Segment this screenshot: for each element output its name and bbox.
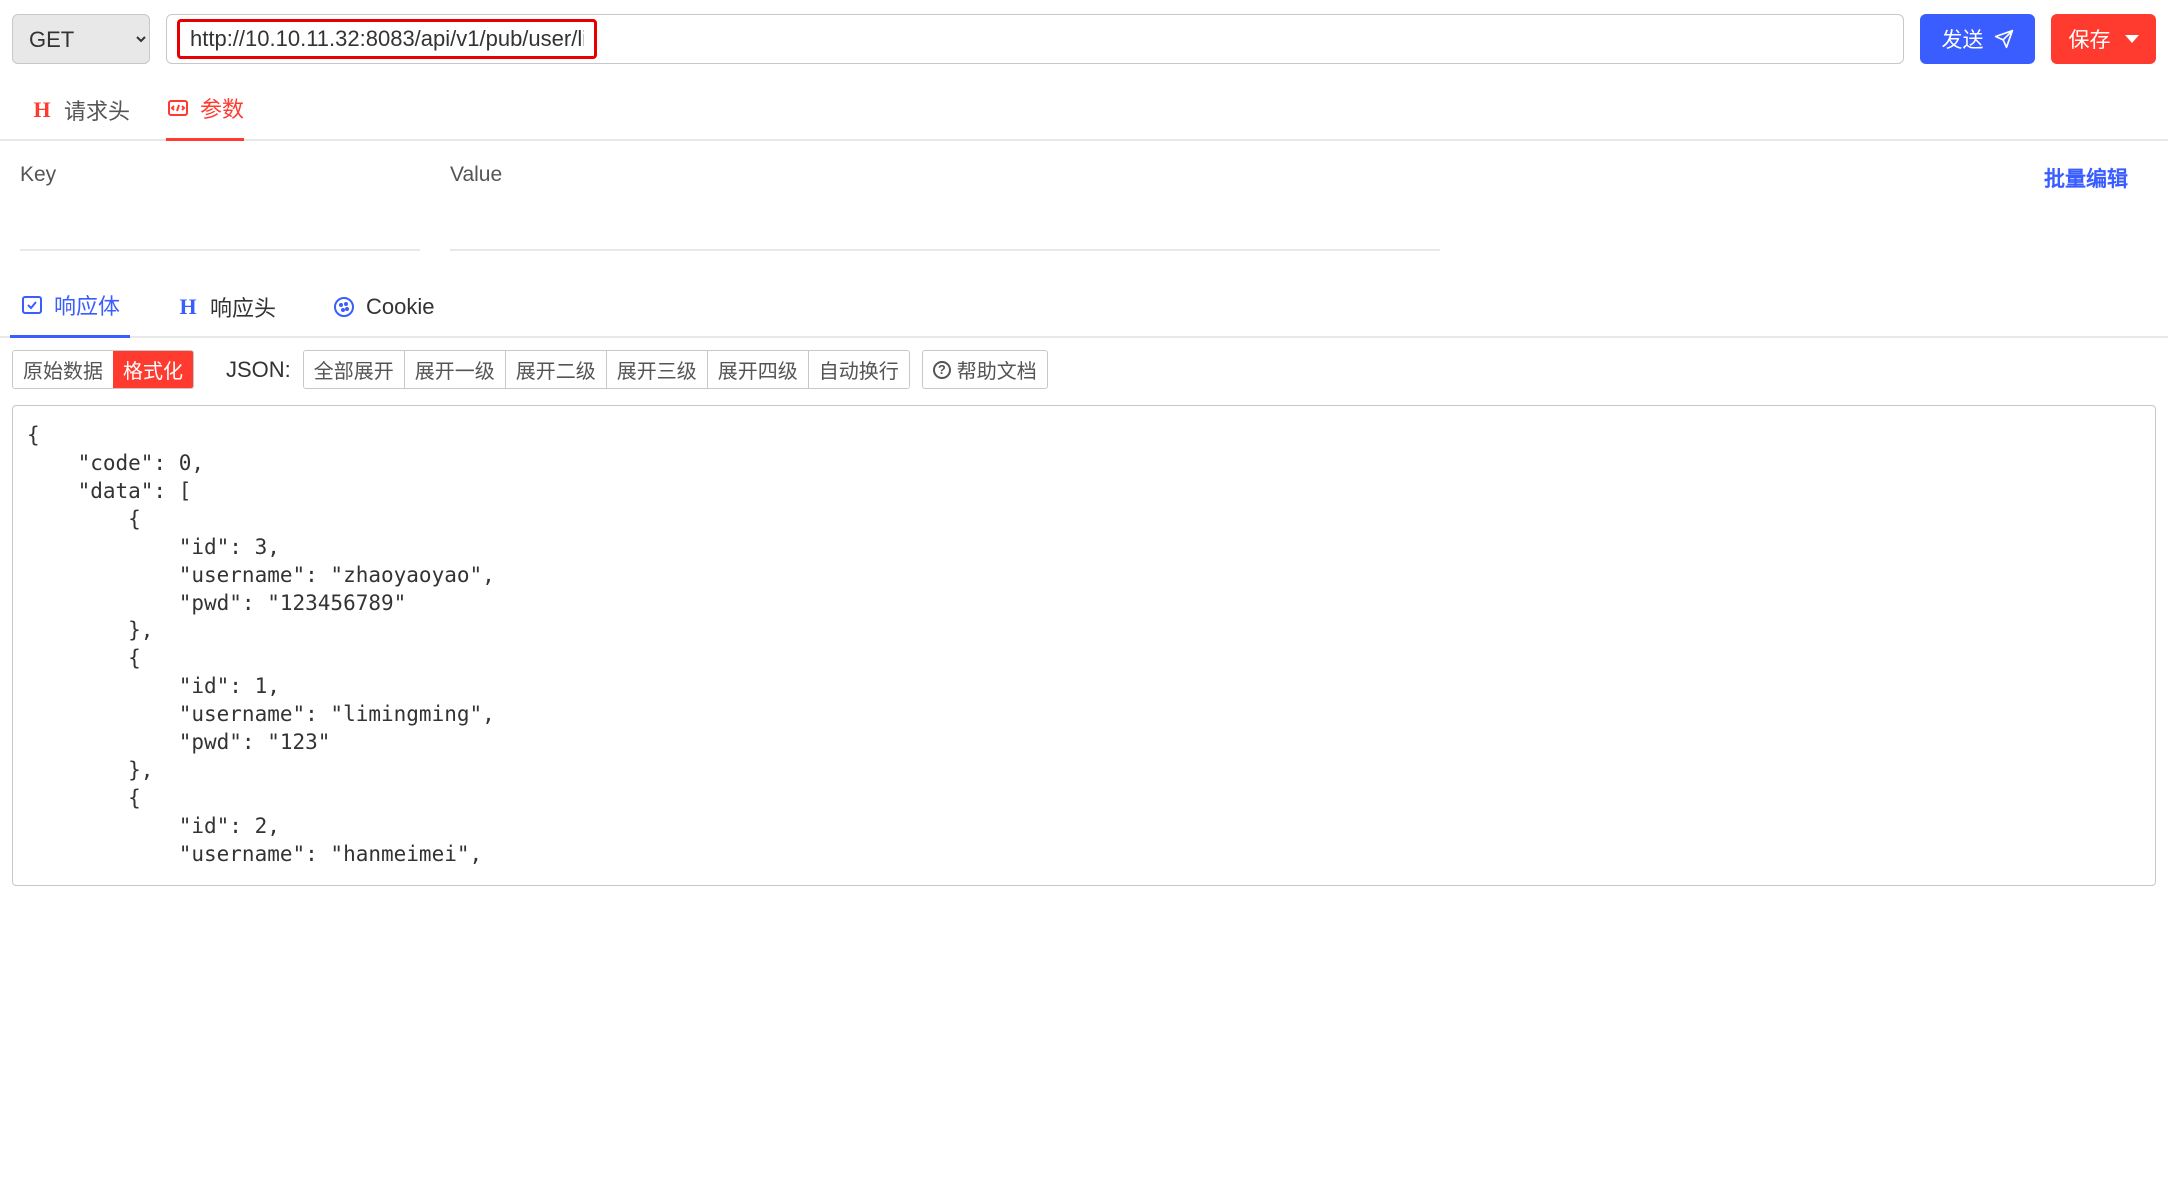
expand-level4-button[interactable]: 展开四级 [708, 351, 809, 388]
tab-response-headers-label: 响应头 [210, 291, 276, 323]
params-key-input[interactable] [20, 221, 420, 251]
request-bar: GET 发送 保存 [0, 0, 2168, 78]
batch-edit-link[interactable]: 批量编辑 [2044, 163, 2128, 193]
view-toggle: 原始数据 格式化 [12, 350, 194, 389]
tab-response-headers[interactable]: H 响应头 [166, 289, 286, 338]
response-body-icon [20, 293, 44, 317]
params-key-header: Key [20, 163, 450, 193]
tab-response-cookie-label: Cookie [366, 294, 434, 320]
url-field-wrap[interactable] [166, 14, 1904, 64]
send-button[interactable]: 发送 [1920, 14, 2035, 64]
url-highlight-box [177, 19, 597, 59]
expand-level3-button[interactable]: 展开三级 [607, 351, 708, 388]
response-body-text[interactable]: { "code": 0, "data": [ { "id": 3, "usern… [12, 405, 2156, 886]
help-icon: ? [933, 361, 951, 379]
expand-level1-button[interactable]: 展开一级 [405, 351, 506, 388]
help-button[interactable]: ? 帮助文档 [922, 350, 1048, 389]
tab-request-headers-label: 请求头 [64, 94, 130, 126]
save-label: 保存 [2069, 24, 2111, 54]
params-input-row [0, 215, 2168, 263]
headers-icon: H [30, 98, 54, 122]
expand-all-button[interactable]: 全部展开 [304, 351, 405, 388]
tab-response-body-label: 响应体 [54, 289, 120, 321]
expand-group: 全部展开 展开一级 展开二级 展开三级 展开四级 自动换行 [303, 350, 910, 389]
tab-request-params-label: 参数 [200, 92, 244, 124]
request-tabs: H 请求头 参数 [0, 78, 2168, 141]
chevron-down-icon [2125, 35, 2139, 43]
url-input[interactable] [190, 26, 584, 52]
tab-response-cookie[interactable]: Cookie [322, 289, 444, 338]
send-label: 发送 [1942, 24, 1984, 54]
params-value-input[interactable] [450, 221, 1440, 251]
response-toolbar: 原始数据 格式化 JSON: 全部展开 展开一级 展开二级 展开三级 展开四级 … [0, 338, 2168, 397]
method-select[interactable]: GET [12, 14, 150, 64]
help-label: 帮助文档 [957, 355, 1037, 384]
auto-wrap-button[interactable]: 自动换行 [809, 351, 909, 388]
format-toggle[interactable]: 格式化 [113, 351, 193, 388]
cookie-icon [332, 295, 356, 319]
send-icon [1994, 29, 2014, 49]
json-label: JSON: [226, 357, 291, 383]
tab-request-headers[interactable]: H 请求头 [30, 92, 130, 141]
params-icon [166, 96, 190, 120]
raw-toggle[interactable]: 原始数据 [13, 351, 113, 388]
params-value-header: Value [450, 163, 2044, 193]
save-button[interactable]: 保存 [2051, 14, 2156, 64]
response-tabs: 响应体 H 响应头 Cookie [0, 263, 2168, 338]
tab-request-params[interactable]: 参数 [166, 92, 244, 141]
params-header-row: Key Value 批量编辑 [0, 141, 2168, 215]
response-headers-icon: H [176, 295, 200, 319]
expand-level2-button[interactable]: 展开二级 [506, 351, 607, 388]
tab-response-body[interactable]: 响应体 [10, 289, 130, 338]
